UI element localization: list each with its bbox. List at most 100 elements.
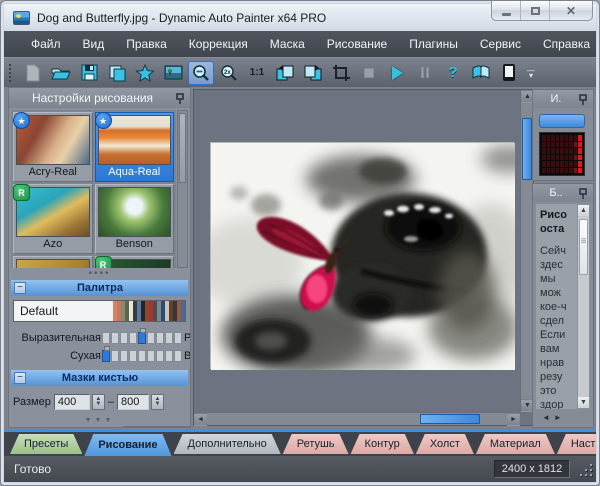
menu-service[interactable]: Сервис: [469, 33, 532, 55]
tab-контур[interactable]: Контур: [351, 434, 414, 454]
pin-icon[interactable]: [176, 93, 184, 104]
size-min-field[interactable]: 400: [54, 394, 90, 410]
toolbar-grip[interactable]: [9, 64, 13, 82]
slider-segment[interactable]: [102, 350, 110, 362]
slider-segment[interactable]: [156, 350, 164, 362]
open-file-button[interactable]: [48, 61, 74, 85]
rotate-left-button[interactable]: [272, 61, 298, 85]
help-button[interactable]: ?: [440, 61, 466, 85]
tab-рисование[interactable]: Рисование: [84, 434, 171, 456]
favorite-button[interactable]: [132, 61, 158, 85]
preset-scrollbar[interactable]: [177, 110, 188, 268]
expressive-slider[interactable]: [102, 332, 182, 344]
toolbar-overflow-button[interactable]: —▾: [527, 68, 535, 78]
canvas-horizontal-scrollbar[interactable]: ◄ ►: [194, 412, 520, 425]
stop-render-button[interactable]: [356, 61, 382, 85]
copy-image-button[interactable]: [104, 61, 130, 85]
collapse-palette-button[interactable]: −: [14, 282, 26, 294]
slider-segment[interactable]: [147, 332, 155, 344]
preset-partial-1[interactable]: [13, 256, 93, 268]
menu-help[interactable]: Справка: [532, 33, 600, 55]
close-button[interactable]: ✕: [550, 1, 592, 20]
size-min-spinner[interactable]: ▲▼: [92, 394, 105, 410]
pin-icon[interactable]: [579, 94, 587, 105]
quick-help-scrollbar[interactable]: ▲ ▼: [577, 204, 590, 409]
palette-select[interactable]: Default: [13, 300, 186, 322]
menu-view[interactable]: Вид: [72, 33, 116, 55]
start-button[interactable]: Старт: [123, 426, 191, 428]
scroll-right-icon[interactable]: ►: [507, 413, 520, 426]
help-scroll-thumb[interactable]: [579, 219, 588, 275]
slider-segment[interactable]: [165, 332, 173, 344]
tab-пресеты[interactable]: Пресеты: [10, 434, 82, 454]
scroll-left-icon[interactable]: ◄: [194, 413, 207, 426]
mask-book-button[interactable]: [468, 61, 494, 85]
scroll-up-icon[interactable]: ▲: [578, 205, 589, 216]
slider-segment[interactable]: [129, 332, 137, 344]
slider-segment[interactable]: [111, 332, 119, 344]
tab-дополнительно[interactable]: Дополнительно: [174, 434, 281, 454]
zoom-out-button[interactable]: [188, 61, 214, 85]
preset-azo[interactable]: R Azo: [13, 184, 93, 254]
slider-segment[interactable]: [120, 332, 128, 344]
menu-painting[interactable]: Рисование: [316, 33, 398, 55]
tab-ретушь[interactable]: Ретушь: [283, 434, 349, 454]
info-panel-header[interactable]: И.: [533, 90, 593, 108]
collapse-arrows[interactable]: ▼▼▼: [9, 417, 190, 424]
slider-segment[interactable]: [129, 350, 137, 362]
stop-button[interactable]: Стоп: [47, 426, 113, 428]
maximize-button[interactable]: [521, 1, 550, 20]
slider-segment[interactable]: [174, 332, 182, 344]
slider-segment[interactable]: [174, 350, 182, 362]
crop-button[interactable]: [328, 61, 354, 85]
quick-help-horizontal-scroll[interactable]: ◄►: [536, 411, 562, 424]
slider-segment[interactable]: [138, 350, 146, 362]
slider-segment[interactable]: [165, 350, 173, 362]
preset-scrollbar-thumb[interactable]: [179, 113, 186, 183]
preset-acry-real[interactable]: ★ Acry-Real: [13, 112, 93, 182]
quick-help-header[interactable]: Б..: [533, 184, 593, 202]
menu-file[interactable]: Файл: [20, 33, 72, 55]
new-file-button[interactable]: [20, 61, 46, 85]
size-max-field[interactable]: 800: [117, 394, 149, 410]
preset-aqua-real-selected[interactable]: ★ Aqua-Real: [95, 112, 175, 182]
tab-холст[interactable]: Холст: [416, 434, 474, 454]
paint-settings-header[interactable]: Настройки рисования: [9, 88, 190, 108]
play-render-button[interactable]: [384, 61, 410, 85]
tab-настройка ц[interactable]: Настройка ц: [557, 434, 596, 454]
menu-edit[interactable]: Правка: [115, 33, 178, 55]
tab-материал[interactable]: Материал: [476, 434, 555, 454]
menu-plugins[interactable]: Плагины: [398, 33, 469, 55]
pin-icon[interactable]: [579, 188, 587, 199]
scroll-right-icon[interactable]: ►: [554, 413, 562, 422]
scroll-down-icon[interactable]: ▼: [578, 397, 589, 408]
dry-slider[interactable]: [102, 350, 182, 362]
slider-segment[interactable]: [102, 332, 110, 344]
pause-render-button[interactable]: [412, 61, 438, 85]
source-image-button[interactable]: [160, 61, 186, 85]
horizontal-scroll-thumb[interactable]: [420, 414, 480, 424]
scroll-left-icon[interactable]: ◄: [542, 413, 550, 422]
minimize-button[interactable]: [492, 1, 521, 20]
save-button[interactable]: [76, 61, 102, 85]
slider-segment[interactable]: [138, 332, 146, 344]
collapse-brush-button[interactable]: −: [14, 372, 26, 384]
painting-image[interactable]: [210, 142, 514, 369]
slider-segment[interactable]: [147, 350, 155, 362]
device-preview-button[interactable]: [496, 61, 522, 85]
menu-correction[interactable]: Коррекция: [178, 33, 259, 55]
splitter-dots[interactable]: ••••: [9, 270, 190, 278]
slider-segment[interactable]: [120, 350, 128, 362]
rotate-right-button[interactable]: [300, 61, 326, 85]
slider-segment[interactable]: [111, 350, 119, 362]
resize-grip[interactable]: [578, 462, 592, 476]
size-max-spinner[interactable]: ▲▼: [151, 394, 164, 410]
menu-mask[interactable]: Маска: [259, 33, 316, 55]
vertical-scroll-thumb[interactable]: [522, 118, 532, 180]
canvas-area[interactable]: ▲ ▼ ◄ ►: [193, 89, 534, 426]
zoom-1to1-button[interactable]: 1:1: [244, 61, 270, 85]
preset-benson[interactable]: Benson: [95, 184, 175, 254]
slider-segment[interactable]: [156, 332, 164, 344]
zoom-2x-button[interactable]: 2x: [216, 61, 242, 85]
preset-partial-2[interactable]: R: [95, 256, 175, 268]
